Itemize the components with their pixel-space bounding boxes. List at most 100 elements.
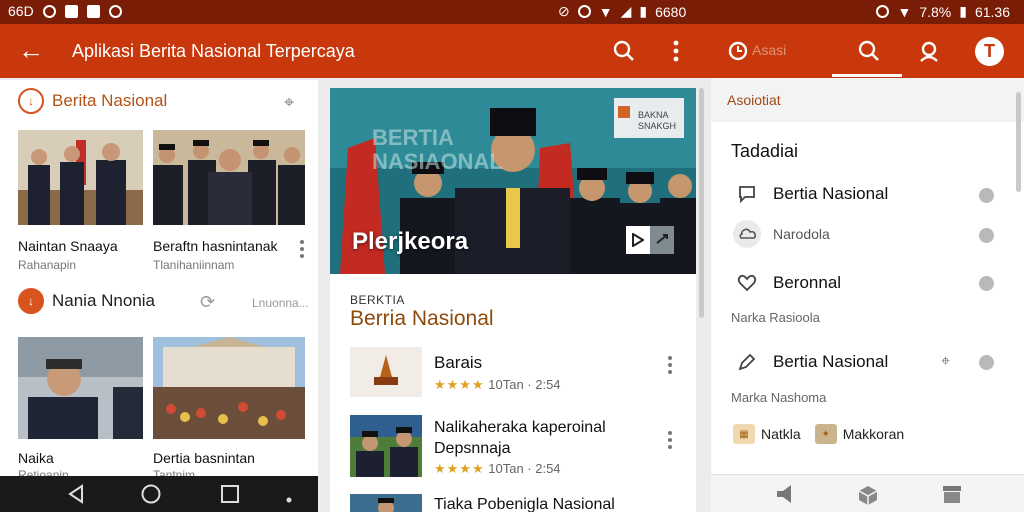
tag-icon: ✦ (814, 424, 837, 444)
card-subtitle: Tantnim (153, 468, 196, 476)
more-vert-icon[interactable] (299, 240, 305, 258)
card-subtitle: Rahanapin (18, 258, 77, 272)
rating-stars: ★★★★ (434, 461, 485, 476)
section-kicker: BERKTIA (350, 293, 405, 307)
article-thumbnail[interactable] (350, 494, 422, 512)
hero-title[interactable]: Plerjkeora (352, 228, 468, 256)
tag-icon: ▦ (733, 424, 755, 444)
account-avatar-icon[interactable]: T (975, 37, 1004, 66)
menu-subtext: Narka Rasioola (731, 310, 820, 325)
right-panel: Asoiotiat Tadadiai Bertia Nasional Narod… (711, 78, 1024, 474)
article-meta: ★★★★ 10Tan · 2:54 (434, 377, 561, 393)
status-dot[interactable] (979, 188, 994, 203)
chip[interactable]: ✦ Makkoran (814, 424, 905, 444)
menu-item[interactable]: Bertia Nasional (733, 180, 888, 208)
heart-icon (733, 269, 761, 297)
menu-item[interactable]: Bertia Nasional (733, 348, 888, 376)
hero-image[interactable]: BERTIA NASIAONAL BAKNA SNAKGH Plerjkeora (330, 88, 696, 274)
article-meta-text: 10Tan · 2:54 (488, 377, 561, 392)
article-meta-text: 10Tan · 2:54 (488, 461, 561, 476)
speaker-icon[interactable] (775, 484, 797, 509)
news-badge-icon: ↓ (18, 88, 44, 114)
pin-icon[interactable]: ⌖ (284, 92, 294, 113)
article-thumbnail[interactable] (350, 415, 422, 477)
active-tab-indicator (832, 74, 902, 77)
hero-sign-text: BAKNA SNAKGH (638, 110, 677, 131)
article-title[interactable]: Nalikaheraka kaperoinal (434, 419, 606, 437)
status-dot[interactable] (979, 228, 994, 243)
article-title-line2[interactable]: Depsnnaja (434, 440, 511, 458)
profile-icon[interactable] (915, 37, 943, 65)
status-dot[interactable] (979, 276, 994, 291)
app-bar: ← Aplikasi Berita Nasional Terpercaya As… (0, 24, 1024, 78)
more-vert-icon[interactable] (662, 37, 690, 65)
card-title[interactable]: Beraftn hasnintanak (153, 238, 278, 254)
right-panel-heading: Tadadiai (731, 141, 799, 161)
share-icon[interactable] (650, 226, 674, 254)
menu-item[interactable]: Beronnal (733, 269, 841, 297)
card-subtitle: Retioanin (18, 468, 69, 476)
clock-icon[interactable] (724, 37, 752, 65)
archive-icon[interactable] (941, 484, 963, 509)
article-thumbnail[interactable] (350, 347, 422, 397)
middle-panel: BERTIA NASIAONAL BAKNA SNAKGH Plerjkeora… (330, 88, 696, 512)
right-panel-header: Asoiotiat (711, 78, 1024, 122)
search-icon[interactable] (610, 37, 638, 65)
more-vert-icon[interactable] (667, 431, 673, 449)
article-meta: ★★★★ 10Tan · 2:54 (434, 461, 561, 477)
card-title[interactable]: Naika (18, 450, 54, 466)
chip[interactable]: ▦ Natkla (733, 424, 801, 444)
tab-label[interactable]: Asasi (752, 42, 786, 58)
clock: 61.36 (974, 3, 1010, 20)
sync-icon (42, 4, 56, 18)
settings-icon (108, 4, 122, 18)
section-header-2: ↓ Nania Nnonia (18, 288, 155, 314)
chip-label: Natkla (761, 426, 801, 442)
right-panel-label: Asoiotiat (727, 92, 781, 108)
card-subtitle: Tlanihaniinnam (153, 258, 235, 272)
message-icon (86, 4, 100, 18)
cloud-icon (733, 220, 761, 248)
section-title-2: Nania Nnonia (52, 291, 156, 310)
menu-item-label: Narodola (773, 226, 830, 242)
more-vert-icon[interactable] (667, 356, 673, 374)
nav-dot-icon (286, 490, 292, 508)
notification-icon (64, 4, 78, 18)
card-title[interactable]: Dertia basnintan (153, 450, 255, 466)
scrollbar[interactable] (699, 88, 704, 318)
cube-icon[interactable] (857, 484, 879, 511)
chat-icon (733, 180, 761, 208)
news-thumbnail[interactable] (153, 130, 305, 225)
see-more-link[interactable]: Lnuonna... (252, 296, 309, 310)
wifi-icon-right: ▼ (897, 3, 912, 20)
news-thumbnail[interactable] (18, 337, 143, 439)
rating-stars: ★★★★ (434, 377, 485, 392)
article-title[interactable]: Tiaka Pobenigla Nasional (434, 496, 615, 512)
alarm-icon (577, 5, 591, 18)
menu-subtext: Marka Nashoma (731, 390, 827, 405)
search-icon-2[interactable] (855, 37, 883, 65)
news-thumbnail[interactable] (153, 337, 305, 439)
pin-icon[interactable]: ⌖ (941, 353, 950, 371)
media-controls (626, 226, 674, 254)
nav-home-icon[interactable] (141, 484, 161, 509)
section-header-1: ↓ Berita Nasional (18, 88, 167, 114)
battery-text: 7.8% (919, 3, 952, 20)
play-icon[interactable] (626, 226, 650, 254)
wifi-icon: ▼ (598, 3, 613, 20)
menu-item-label: Bertia Nasional (773, 184, 889, 203)
article-title[interactable]: Barais (434, 353, 482, 373)
back-arrow-icon[interactable]: ← (18, 36, 44, 64)
nav-recents-icon[interactable] (220, 484, 240, 509)
nav-back-icon[interactable] (66, 484, 86, 509)
status-dot[interactable] (979, 355, 994, 370)
chip-label: Makkoran (842, 426, 905, 442)
menu-item[interactable]: Narodola (733, 220, 830, 248)
section-heading: Berria Nasional (350, 307, 494, 330)
news-thumbnail[interactable] (18, 130, 143, 225)
bottom-toolbar (711, 474, 1024, 512)
card-title[interactable]: Naintan Snaaya (18, 238, 118, 254)
refresh-icon[interactable]: ⟳ (200, 292, 215, 313)
scrollbar[interactable] (1016, 92, 1021, 192)
pen-icon (733, 348, 761, 376)
